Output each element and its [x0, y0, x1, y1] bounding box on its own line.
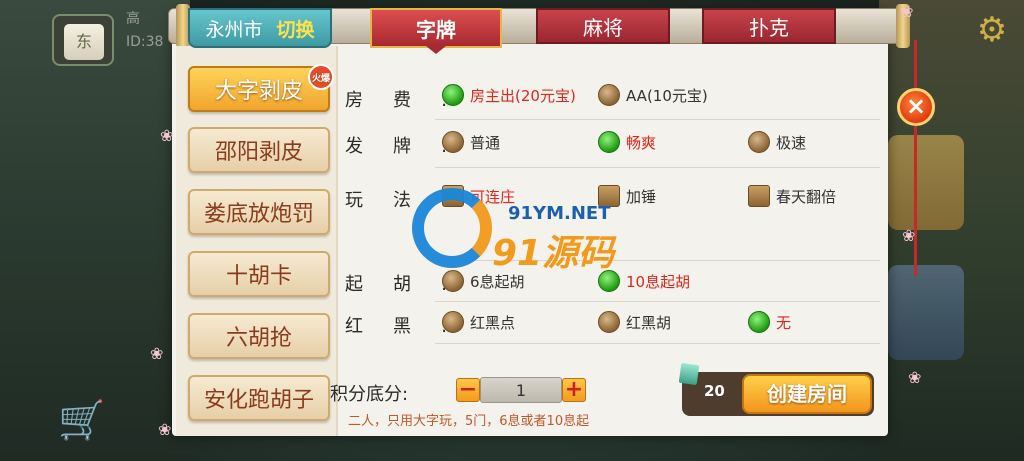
tab-zipai[interactable]: 字牌 — [370, 8, 502, 54]
game-item-label: 大字剥皮 — [214, 79, 303, 104]
row-divider — [435, 119, 880, 120]
score-label: 积分底分: — [330, 384, 409, 405]
radio-icon — [442, 270, 464, 292]
score-value-field[interactable]: 1 — [480, 377, 562, 403]
score-minus-button[interactable]: − — [456, 378, 480, 402]
option-label: 畅爽 — [626, 133, 657, 152]
tassel-decoration — [914, 126, 917, 276]
gem-icon — [678, 362, 700, 386]
side-menu-button-2[interactable] — [888, 265, 964, 360]
watermark-name: 91源码 — [492, 233, 615, 274]
close-icon[interactable]: × — [897, 88, 935, 126]
city-selector[interactable]: 永州市 切换 — [188, 8, 332, 48]
game-item-shaoyang-bopi[interactable]: 邵阳剥皮 — [188, 127, 330, 173]
shop-cart-icon[interactable]: 🛒 — [58, 398, 110, 442]
score-plus-button[interactable]: + — [562, 378, 586, 402]
play-option-chuntian[interactable]: 春天翻倍 — [748, 185, 836, 207]
option-label: 普通 — [470, 133, 501, 152]
player-id: ID:38 — [126, 34, 164, 50]
deal-option-normal[interactable]: 普通 — [442, 131, 500, 153]
city-switch-button[interactable]: 切换 — [277, 15, 315, 42]
radio-icon — [598, 311, 620, 333]
watermark-logo-icon — [412, 188, 492, 268]
game-item-dazi-bopi[interactable]: 大字剥皮 火爆 — [188, 64, 334, 112]
radio-icon — [748, 131, 770, 153]
option-label: AA(10元宝) — [626, 86, 708, 105]
redblack-option-none[interactable]: 无 — [748, 311, 791, 333]
create-room-button[interactable]: 创建房间 — [742, 374, 872, 414]
radio-selected-icon — [442, 84, 464, 106]
fee-option-owner[interactable]: 房主出(20元宝) — [442, 84, 576, 106]
option-label: 红黑胡 — [626, 313, 672, 332]
petal-decoration: ❀ — [902, 226, 916, 245]
radio-selected-icon — [598, 131, 620, 153]
checkbox-icon — [748, 185, 770, 207]
option-label: 红黑点 — [470, 313, 516, 332]
redblack-option-hu[interactable]: 红黑胡 — [598, 311, 671, 333]
rule-hint-text: 二人，只用大字玩，5门，6息或者10息起 — [348, 414, 590, 429]
radio-icon — [442, 311, 464, 333]
petal-decoration: ❀ — [158, 420, 172, 439]
background-right — [879, 0, 1024, 461]
settings-gear-icon[interactable]: ⚙ — [972, 10, 1012, 50]
redblack-option-dian[interactable]: 红黑点 — [442, 311, 515, 333]
tab-puke[interactable]: 扑克 — [702, 8, 836, 44]
player-name: 高 — [126, 11, 140, 27]
row-divider — [435, 301, 880, 302]
tab-majiang[interactable]: 麻将 — [536, 8, 670, 44]
petal-decoration: ❀ — [150, 344, 164, 363]
watermark-url: 91YM.NET — [508, 203, 611, 224]
petal-decoration: ❀ — [160, 126, 174, 145]
side-menu-button-1[interactable] — [888, 135, 964, 230]
tassel-decoration — [914, 40, 917, 88]
game-item-anhua-paohuzi[interactable]: 安化跑胡子 — [188, 375, 330, 421]
petal-decoration: ❀ — [908, 368, 922, 387]
fee-option-aa[interactable]: AA(10元宝) — [598, 84, 708, 106]
hot-badge: 火爆 — [308, 64, 334, 90]
row-divider — [435, 343, 880, 344]
game-item-shihuka[interactable]: 十胡卡 — [188, 251, 330, 297]
game-item-loudi-fangpaofa[interactable]: 娄底放炮罚 — [188, 189, 330, 235]
gem-cost: 20 — [704, 382, 725, 400]
row-divider — [435, 167, 880, 168]
city-name: 永州市 — [205, 18, 263, 41]
deal-option-smooth[interactable]: 畅爽 — [598, 131, 656, 153]
petal-decoration: ❀ — [900, 2, 914, 21]
option-label: 春天翻倍 — [776, 187, 837, 206]
option-label: 10息起胡 — [626, 272, 691, 291]
radio-icon — [598, 84, 620, 106]
game-item-liuhuqiang[interactable]: 六胡抢 — [188, 313, 330, 359]
radio-icon — [442, 131, 464, 153]
option-label: 加锤 — [626, 187, 657, 206]
background-left — [0, 0, 190, 461]
radio-selected-icon — [748, 311, 770, 333]
avatar[interactable]: 东 — [52, 14, 114, 66]
option-label: 无 — [776, 313, 792, 332]
option-label: 房主出(20元宝) — [470, 86, 576, 105]
deal-option-fast[interactable]: 极速 — [748, 131, 806, 153]
option-label: 极速 — [776, 133, 807, 152]
mahjong-tile-icon: 东 — [64, 24, 104, 60]
